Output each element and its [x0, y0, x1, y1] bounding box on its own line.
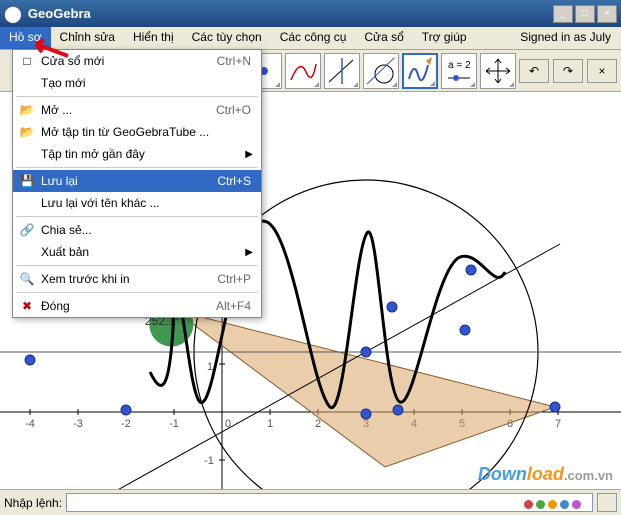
menu-open[interactable]: 📂Mở ...Ctrl+O — [13, 99, 261, 121]
maximize-button[interactable]: □ — [575, 5, 595, 23]
watermark-dots — [524, 500, 581, 509]
menu-tools[interactable]: Các công cụ — [271, 27, 356, 49]
menu-save-as[interactable]: Lưu lại với tên khác ... — [13, 192, 261, 214]
input-label: Nhập lệnh: — [4, 496, 62, 510]
separator — [16, 167, 258, 168]
svg-text:a = 2: a = 2 — [448, 60, 471, 71]
menu-export[interactable]: Xuất bản▶ — [13, 241, 261, 263]
minimize-button[interactable]: _ — [553, 5, 573, 23]
undo-button[interactable]: ↶ — [519, 59, 549, 83]
menu-close[interactable]: ✖ĐóngAlt+F4 — [13, 295, 261, 317]
clear-button[interactable]: × — [587, 59, 617, 83]
tool-curve[interactable] — [285, 53, 321, 89]
menu-print-preview[interactable]: 🔍Xem trước khi inCtrl+P — [13, 268, 261, 290]
share-icon: 🔗 — [17, 222, 37, 238]
redo-button[interactable]: ↷ — [553, 59, 583, 83]
menu-open-tube[interactable]: 📂Mở tập tin từ GeoGebraTube ... — [13, 121, 261, 143]
menu-window[interactable]: Cửa sổ — [355, 27, 412, 49]
preview-icon: 🔍 — [17, 271, 37, 287]
separator — [16, 96, 258, 97]
folder-icon: 📂 — [17, 102, 37, 118]
save-icon: 💾 — [17, 173, 37, 189]
menubar: Hồ sơ Chỉnh sửa Hiển thị Các tùy chọn Cá… — [0, 27, 621, 50]
separator — [16, 216, 258, 217]
tool-slider[interactable]: a = 2 — [441, 53, 477, 89]
titlebar: ⬤ GeoGebra _ □ × — [0, 0, 621, 27]
command-input[interactable] — [66, 493, 593, 512]
menu-help[interactable]: Trợ giúp — [413, 27, 476, 49]
separator — [16, 292, 258, 293]
svg-text:-3: -3 — [73, 418, 83, 430]
chevron-right-icon: ▶ — [245, 247, 257, 258]
tool-move[interactable] — [480, 53, 516, 89]
close-button[interactable]: × — [597, 5, 617, 23]
chevron-right-icon: ▶ — [245, 149, 257, 160]
svg-text:-2: -2 — [121, 418, 131, 430]
tool-freehand[interactable] — [402, 53, 438, 89]
menu-share[interactable]: 🔗Chia sẻ... — [13, 219, 261, 241]
close-icon: ✖ — [17, 298, 37, 314]
svg-text:2: 2 — [315, 418, 321, 430]
svg-text:-1: -1 — [204, 455, 214, 467]
menu-view[interactable]: Hiển thị — [124, 27, 183, 49]
folder-icon: 📂 — [17, 124, 37, 140]
menu-options[interactable]: Các tùy chọn — [183, 27, 271, 49]
separator — [16, 265, 258, 266]
svg-text:1: 1 — [207, 361, 213, 373]
tool-tangent[interactable] — [363, 53, 399, 89]
menu-save[interactable]: 💾Lưu lạiCtrl+S — [13, 170, 261, 192]
app-title: GeoGebra — [28, 6, 91, 21]
svg-text:1: 1 — [267, 418, 273, 430]
svg-text:-4: -4 — [25, 418, 35, 430]
annotation-arrow-icon — [28, 36, 72, 62]
file-dropdown: □Cửa sổ mớiCtrl+N Tạo mới 📂Mở ...Ctrl+O … — [12, 49, 262, 318]
tool-perpendicular[interactable] — [324, 53, 360, 89]
signed-in-label[interactable]: Signed in as July — [510, 27, 621, 49]
svg-text:7: 7 — [555, 418, 561, 430]
menu-new[interactable]: Tạo mới — [13, 72, 261, 94]
svg-text:-1: -1 — [169, 418, 179, 430]
menu-recent[interactable]: Tập tin mở gần đây▶ — [13, 143, 261, 165]
input-dropdown-button[interactable] — [597, 493, 617, 512]
app-icon: ⬤ — [4, 4, 22, 24]
watermark: Download.com.vn — [478, 464, 613, 485]
